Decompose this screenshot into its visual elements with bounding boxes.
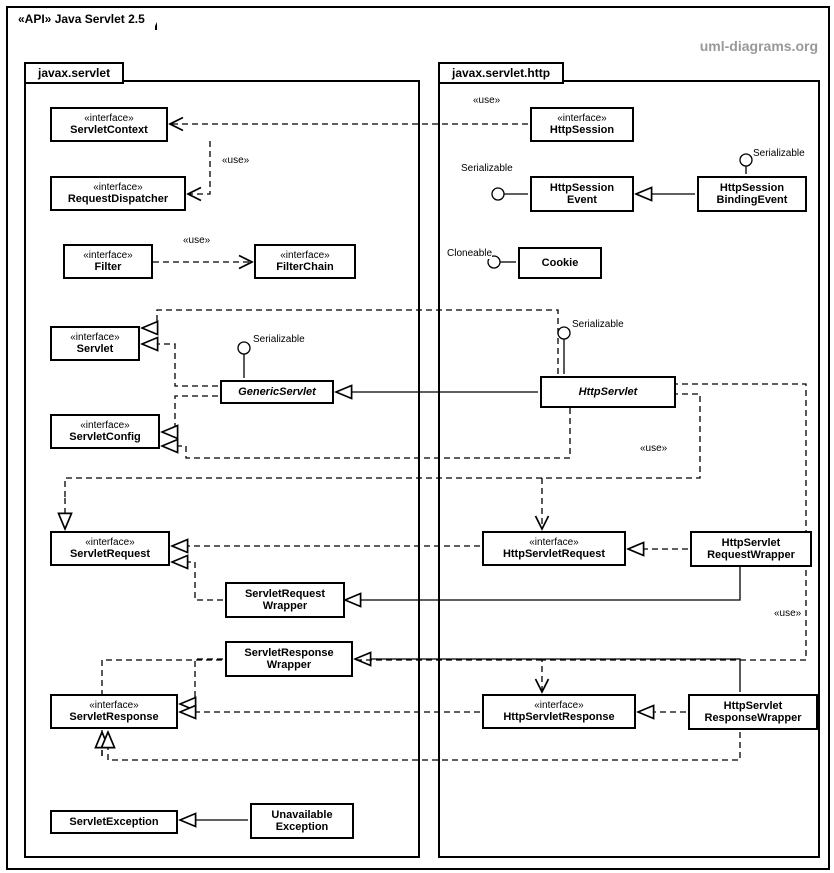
stereo: «interface» <box>58 332 132 343</box>
name2: Event <box>538 194 626 206</box>
class-ServletResponse: «interface» ServletResponse <box>50 694 178 729</box>
class-ServletContext: «interface» ServletContext <box>50 107 168 142</box>
name1: HttpServlet <box>698 537 804 549</box>
class-ServletException: ServletException <box>50 810 178 834</box>
label-use-2: «use» <box>222 155 249 166</box>
label-use-1: «use» <box>473 95 500 106</box>
package-left-tab: javax.servlet <box>24 62 124 84</box>
class-Servlet: «interface» Servlet <box>50 326 140 361</box>
name: HttpServletRequest <box>490 548 618 560</box>
name: ServletContext <box>58 124 160 136</box>
label-use-4: «use» <box>640 443 667 454</box>
label-serializable-3: Serializable <box>753 148 805 159</box>
class-GenericServlet: GenericServlet <box>220 380 334 404</box>
class-ServletRequestWrapper: ServletRequest Wrapper <box>225 582 345 618</box>
class-HttpServletResponseWrapper: HttpServlet ResponseWrapper <box>688 694 818 730</box>
name1: HttpSession <box>705 182 799 194</box>
name2: Wrapper <box>233 659 345 671</box>
class-ServletConfig: «interface» ServletConfig <box>50 414 160 449</box>
name: Filter <box>71 261 145 273</box>
class-RequestDispatcher: «interface» RequestDispatcher <box>50 176 186 211</box>
class-UnavailableException: Unavailable Exception <box>250 803 354 839</box>
frame-title: Java Servlet 2.5 <box>55 12 145 26</box>
label-serializable-4: Serializable <box>572 319 624 330</box>
stereo: «interface» <box>58 182 178 193</box>
name1: HttpServlet <box>696 700 810 712</box>
stereo: «interface» <box>58 700 170 711</box>
name1: ServletRequest <box>233 588 337 600</box>
name: Servlet <box>58 343 132 355</box>
name: FilterChain <box>262 261 348 273</box>
class-HttpServletResponse: «interface» HttpServletResponse <box>482 694 636 729</box>
name: HttpServletResponse <box>490 711 628 723</box>
frame-stereo: «API» <box>18 12 51 26</box>
stereo: «interface» <box>490 700 628 711</box>
stereo: «interface» <box>262 250 348 261</box>
name1: ServletResponse <box>233 647 345 659</box>
name2: Wrapper <box>233 600 337 612</box>
stereo: «interface» <box>71 250 145 261</box>
class-Cookie: Cookie <box>518 247 602 279</box>
stereo: «interface» <box>58 537 162 548</box>
name2: ResponseWrapper <box>696 712 810 724</box>
label-use-5: «use» <box>774 608 801 619</box>
stereo: «interface» <box>58 113 160 124</box>
name1: HttpSession <box>538 182 626 194</box>
class-HttpServletRequest: «interface» HttpServletRequest <box>482 531 626 566</box>
class-Filter: «interface» Filter <box>63 244 153 279</box>
label-serializable-1: Serializable <box>253 334 305 345</box>
frame-tab: «API» Java Servlet 2.5 <box>6 6 157 30</box>
name: ServletException <box>58 816 170 828</box>
name: Cookie <box>526 257 594 269</box>
label-use-3: «use» <box>183 235 210 246</box>
name2: RequestWrapper <box>698 549 804 561</box>
class-ServletResponseWrapper: ServletResponse Wrapper <box>225 641 353 677</box>
name: ServletRequest <box>58 548 162 560</box>
stereo: «interface» <box>58 420 152 431</box>
diagram-canvas: «API» Java Servlet 2.5 uml-diagrams.org … <box>0 0 834 873</box>
name: ServletConfig <box>58 431 152 443</box>
name1: Unavailable <box>258 809 346 821</box>
class-HttpSessionEvent: HttpSession Event <box>530 176 634 212</box>
stereo: «interface» <box>538 113 626 124</box>
class-HttpServletRequestWrapper: HttpServlet RequestWrapper <box>690 531 812 567</box>
name2: BindingEvent <box>705 194 799 206</box>
class-FilterChain: «interface» FilterChain <box>254 244 356 279</box>
label-serializable-2: Serializable <box>461 163 513 174</box>
name: RequestDispatcher <box>58 193 178 205</box>
name: HttpServlet <box>548 386 668 398</box>
label-cloneable: Cloneable <box>447 248 492 259</box>
class-HttpServlet: HttpServlet <box>540 376 676 408</box>
class-ServletRequest: «interface» ServletRequest <box>50 531 170 566</box>
name: HttpSession <box>538 124 626 136</box>
watermark: uml-diagrams.org <box>700 38 818 54</box>
stereo: «interface» <box>490 537 618 548</box>
class-HttpSessionBindingEvent: HttpSession BindingEvent <box>697 176 807 212</box>
name: ServletResponse <box>58 711 170 723</box>
name2: Exception <box>258 821 346 833</box>
class-HttpSession: «interface» HttpSession <box>530 107 634 142</box>
name: GenericServlet <box>228 386 326 398</box>
package-right-tab: javax.servlet.http <box>438 62 564 84</box>
